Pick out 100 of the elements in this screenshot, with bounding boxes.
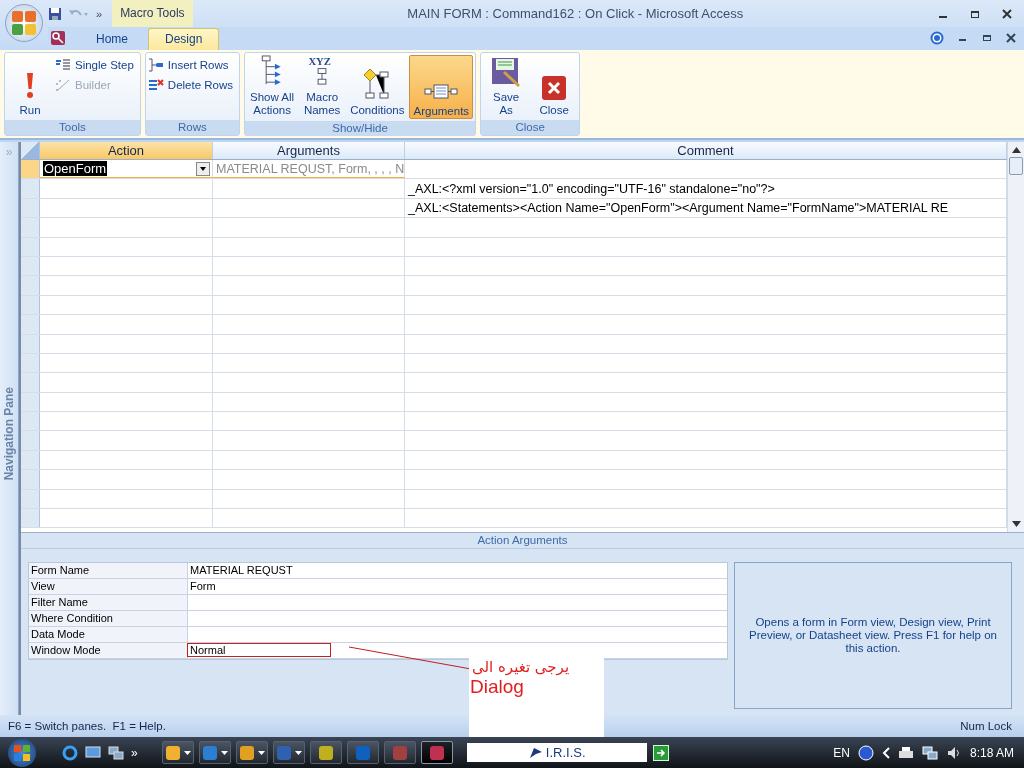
app-icon [201,744,218,761]
ribbon-button[interactable]: Single Step [55,57,138,73]
ribbon-button[interactable]: Arguments [409,55,474,119]
ribbon-button[interactable]: Insert Rows [147,57,238,73]
row-selector[interactable] [21,160,40,179]
ribbon-button[interactable]: Close [531,55,578,117]
start-button[interactable] [8,738,36,767]
scroll-up-icon[interactable] [1011,147,1021,153]
vertical-scrollbar[interactable] [1007,142,1024,532]
contextual-tab-label: Macro Tools [112,0,193,27]
scroll-down-icon[interactable] [1011,521,1021,527]
taskbar-button[interactable] [161,741,194,764]
app-icon [354,744,371,761]
caret-icon [257,750,265,755]
more-button[interactable]: » [131,745,138,760]
help-icon[interactable] [857,744,874,761]
navigation-pane-label: Navigation Pane [2,387,16,481]
taskbar-button[interactable] [420,741,453,764]
desktop-icon[interactable] [85,744,101,761]
row-selector[interactable] [21,315,40,334]
language-indicator[interactable]: EN [833,745,850,760]
property-label: Data Mode [29,627,188,642]
property-field[interactable]: Form [188,579,727,594]
ribbon-button[interactable]: Run [7,55,53,117]
restore-icon[interactable] [982,33,992,43]
column-header[interactable]: Arguments [213,142,405,159]
annotation-text: Dialog [470,676,524,698]
row-selector[interactable] [21,431,40,450]
app-icon [164,744,181,761]
action-cell[interactable]: OpenForm [40,160,213,179]
property-field[interactable] [188,627,727,642]
property-label: Filter Name [29,595,188,610]
group-label: Rows [145,120,240,135]
ribbon-button[interactable]: Conditions [347,55,408,117]
property-field[interactable]: MATERIAL REQUST [188,563,727,578]
property-label: Form Name [29,563,188,578]
ribbon-button[interactable]: Save As [483,55,530,117]
network-icon[interactable] [921,744,938,761]
row-selector[interactable] [21,218,40,237]
property-label: Where Condition [29,611,188,626]
row-selector[interactable] [21,412,40,431]
window-title: MAIN FORM : Command162 : On Click - Microsoft Access [406,6,745,21]
property-field[interactable] [188,611,727,626]
status-text: F6 = Switch panes. F1 = Help. [8,720,166,733]
highlight-frame: Normal [187,643,331,657]
group-label: Tools [5,120,140,135]
panel-title: Action Arguments [21,533,1024,549]
taskbar-button[interactable] [198,741,231,764]
property-field[interactable]: Normal [188,643,727,658]
select-all-button[interactable] [21,142,40,159]
save-icon [490,56,523,88]
row-selector[interactable] [21,509,40,528]
clock[interactable]: 8:18 AM [969,745,1014,760]
app-icon [391,744,408,761]
windows-icon[interactable] [108,744,124,761]
office-logo-icon [9,8,39,38]
app-icon [238,744,255,761]
ribbon-button[interactable]: Delete Rows [147,77,238,93]
browser-icon[interactable] [62,744,78,761]
row-selector[interactable] [21,373,40,392]
column-header[interactable]: Action [40,142,213,159]
ribbon-button[interactable]: Show All Actions [247,55,298,117]
close-icon[interactable] [1002,8,1012,19]
save-icon[interactable] [48,6,62,21]
group-label: Close [481,120,580,135]
row-selector[interactable] [21,470,40,489]
taskbar-button[interactable] [235,741,268,764]
customize-toolbar-button[interactable]: » [96,7,103,20]
windows-logo-icon [12,742,32,763]
address-toolbar[interactable]: I.R.I.S. [466,743,647,762]
ribbon-tab[interactable]: Home [80,29,144,50]
dropdown-icon[interactable] [196,162,210,176]
property-label: Window Mode [29,643,188,658]
table-cell: MATERIAL REQUST, Form, , , , N [213,160,405,179]
go-icon[interactable] [652,744,669,761]
close-icon[interactable] [1006,33,1016,43]
taskbar-button[interactable] [309,741,342,764]
property-field[interactable] [188,595,727,610]
close-icon [541,75,568,101]
caret-icon [183,750,191,755]
help-text: Opens a form in Form view, Design view, Print Preview, or Datasheet view. Press F1 for help on this action. [748,616,998,656]
printer-icon[interactable] [897,744,914,761]
office-button[interactable] [5,4,43,42]
taskbar-button[interactable] [272,741,305,764]
row-selector[interactable] [21,179,40,198]
app-icon [275,744,292,761]
annotation-text: يرجى تغيره الى [471,658,570,676]
status-indicator: Num Lock [960,720,1012,733]
chevron-icon[interactable] [881,746,890,759]
ribbon-tab[interactable]: Design [148,28,220,50]
table-icon [424,82,459,102]
scroll-thumb[interactable] [1009,157,1023,175]
ribbon-button[interactable]: XYZ Macro Names [299,55,346,117]
delete-rows-icon [147,78,164,92]
action-value[interactable]: OpenForm [43,161,108,177]
logo-icon [527,745,544,760]
row-selector[interactable] [21,276,40,295]
help-icon[interactable] [930,31,944,45]
caret-icon [220,750,228,755]
wand-icon [55,78,71,92]
